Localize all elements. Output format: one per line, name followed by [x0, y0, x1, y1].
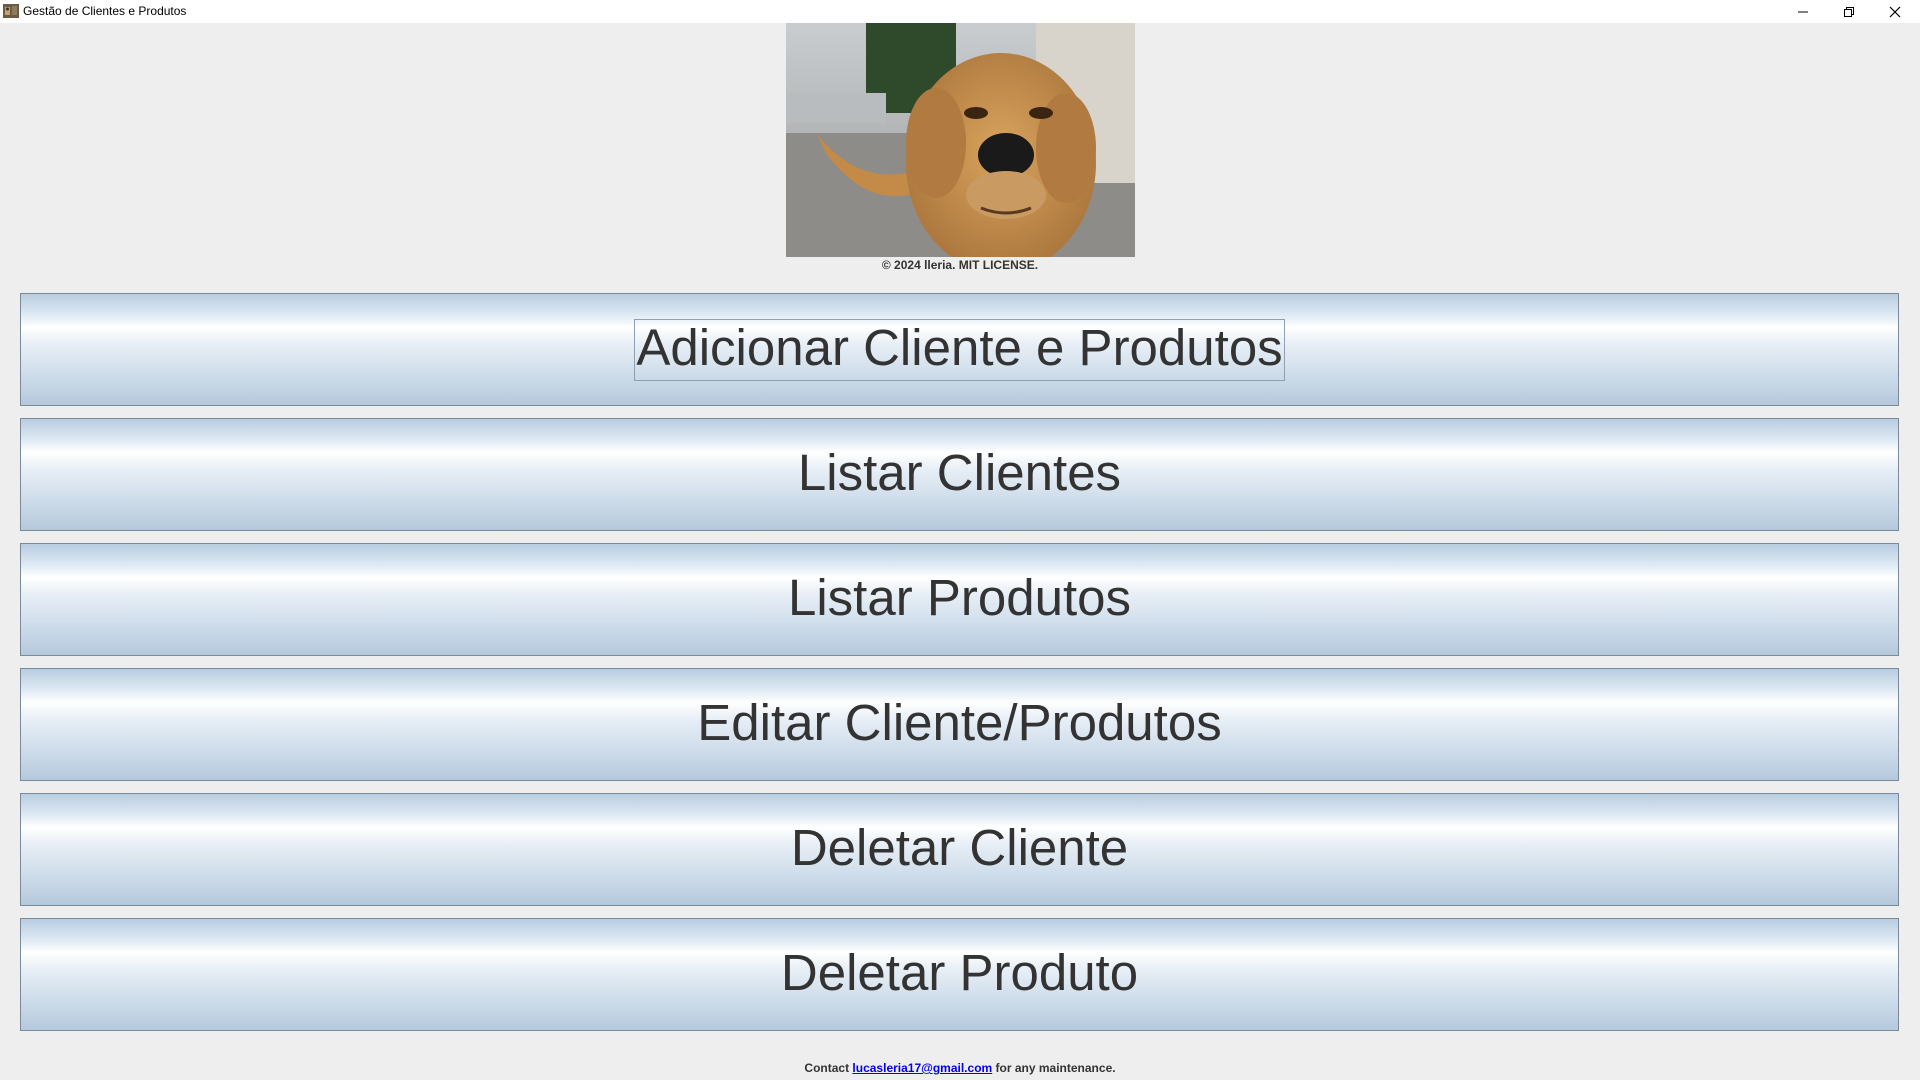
app-photo-icon: [3, 4, 19, 18]
copyright-text: © 2024 lleria. MIT LICENSE.: [881, 258, 1039, 272]
button-label: Listar Produtos: [787, 568, 1131, 626]
close-button[interactable]: [1872, 0, 1918, 23]
button-label: Deletar Cliente: [790, 818, 1129, 876]
minimize-icon: [1798, 11, 1808, 12]
title-bar[interactable]: Gestão de Clientes e Produtos: [0, 0, 1920, 23]
dog-photo: [786, 23, 1135, 257]
restore-icon: [1844, 6, 1854, 17]
window-title: Gestão de Clientes e Produtos: [23, 4, 187, 18]
close-icon: [1889, 6, 1901, 17]
list-products-button[interactable]: Listar Produtos: [20, 543, 1899, 656]
list-clients-button[interactable]: Listar Clientes: [20, 418, 1899, 531]
footer-contact: Contact lucasleria17@gmail.com for any m…: [0, 1061, 1920, 1075]
button-label: Listar Clientes: [797, 443, 1122, 501]
footer-prefix: Contact: [804, 1061, 853, 1075]
restore-button[interactable]: [1826, 0, 1872, 23]
delete-product-button[interactable]: Deletar Produto: [20, 918, 1899, 1031]
minimize-button[interactable]: [1780, 0, 1826, 23]
main-window: Gestão de Clientes e Produtos © 2024 lle…: [0, 0, 1920, 1080]
delete-client-button[interactable]: Deletar Cliente: [20, 793, 1899, 906]
add-client-products-button[interactable]: Adicionar Cliente e Produtos: [20, 293, 1899, 406]
button-label: Deletar Produto: [780, 943, 1139, 1001]
button-label: Adicionar Cliente e Produtos: [634, 318, 1285, 381]
edit-client-products-button[interactable]: Editar Cliente/Produtos: [20, 668, 1899, 781]
button-label: Editar Cliente/Produtos: [697, 693, 1222, 751]
email-link[interactable]: lucasleria17@gmail.com: [852, 1061, 992, 1075]
footer-suffix: for any maintenance.: [992, 1061, 1116, 1075]
